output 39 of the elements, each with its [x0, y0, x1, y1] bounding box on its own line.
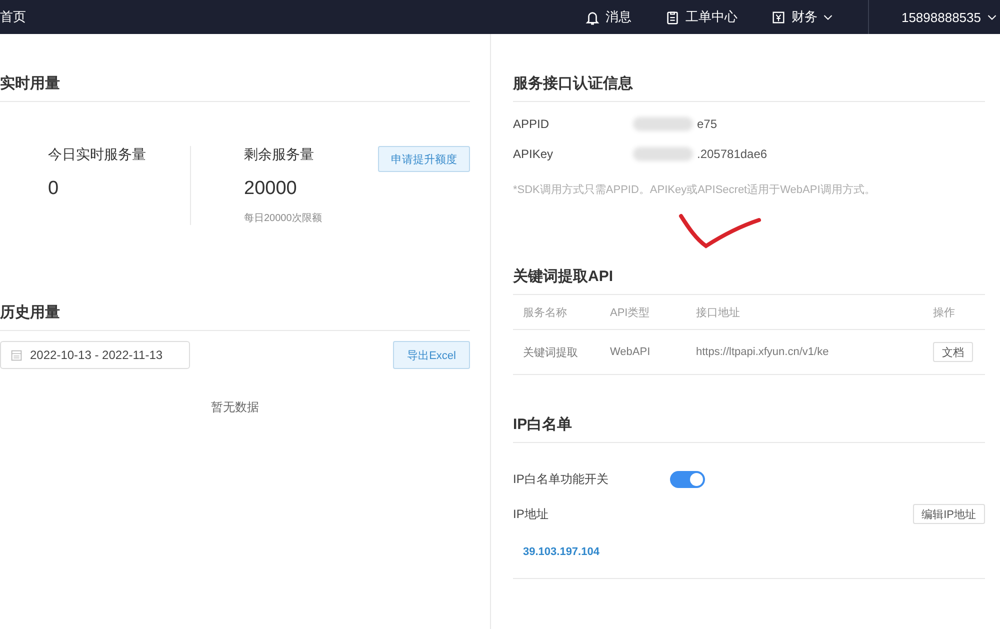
column-header: 接口地址: [696, 306, 741, 320]
stat-value: 20000: [244, 178, 298, 200]
column-header: 服务名称: [523, 306, 568, 320]
nav-link[interactable]: 消息: [585, 8, 632, 26]
stat-note: 每日20000次限额: [244, 212, 322, 225]
table-cell-text: WebAPI: [610, 346, 652, 358]
clipboard-icon: [665, 10, 680, 24]
nav-link[interactable]: 财务: [771, 8, 834, 26]
bell-icon: [585, 10, 600, 24]
section-title: 实时用量: [0, 74, 470, 102]
field-label: IP地址: [513, 506, 548, 522]
column-header: API类型: [610, 306, 651, 320]
user-menu[interactable]: 15898888535: [901, 10, 1000, 24]
field-value: .205781dae6: [697, 147, 768, 161]
ip-address: 39.103.197.104: [523, 546, 600, 558]
hint-text: *SDK调用方式只需APPID。APIKey或APISecret适用于WebAPI调用方式。: [513, 182, 876, 197]
page-title[interactable]: 首页: [0, 8, 26, 26]
section-title: IP白名单: [513, 415, 985, 443]
column-header: 操作: [933, 306, 956, 320]
table-cell-text: 关键词提取: [523, 346, 579, 360]
switch-label: IP白名单功能开关: [513, 471, 610, 488]
section-title: 历史用量: [0, 303, 470, 331]
toggle-switch[interactable]: [670, 471, 705, 488]
field-value: e75: [697, 117, 718, 131]
stat-label: 今日实时服务量: [48, 146, 146, 164]
table-cell-text: https://ltpapi.xfyun.cn/v1/ke: [696, 346, 830, 358]
field-label: APPID: [513, 117, 550, 131]
stat-value: 0: [48, 178, 60, 200]
nav-link[interactable]: 工单中心: [665, 8, 738, 26]
section-title: 关键词提取API: [513, 267, 985, 295]
empty-message: 暂无数据: [210, 399, 260, 416]
stat-label: 剩余服务量: [244, 146, 315, 164]
currency-icon: [771, 10, 786, 24]
field-label: APIKey: [513, 147, 554, 161]
docs-button[interactable]: 文档: [933, 342, 973, 362]
calendar-icon: [9, 348, 24, 362]
date-range-field[interactable]: 2022-10-13 - 2022-11-13: [0, 341, 190, 369]
section-title: 服务接口认证信息: [513, 74, 985, 102]
edit-ip-button[interactable]: 编辑IP地址: [912, 504, 985, 524]
